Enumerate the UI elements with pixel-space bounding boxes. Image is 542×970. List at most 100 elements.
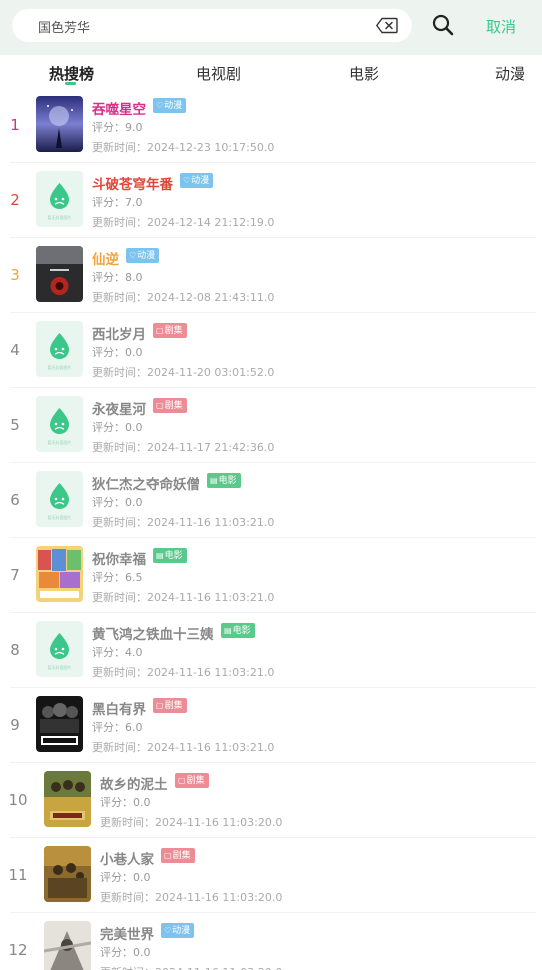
rank-number: 6 xyxy=(10,491,20,509)
updated-line: 更新时间：2024-11-16 11:03:21.0 xyxy=(92,514,274,530)
updated-line: 更新时间：2024-11-16 11:03:20.0 xyxy=(100,814,282,830)
tag-icon: ♡ xyxy=(156,101,164,110)
score-value: 9.0 xyxy=(125,121,143,134)
cover-image[interactable]: 暂无封面图片 xyxy=(36,621,83,677)
tab-hot-search[interactable]: 热搜榜 xyxy=(49,63,94,84)
list-item[interactable]: 12 完美世界 ♡动漫 评分：0.0 更新时间：2024-11-16 11:03… xyxy=(0,913,542,970)
list-item[interactable]: 7 祝你幸福 ▤电影 评分：6.5 更新时间：2024-11-16 11:03:… xyxy=(0,538,542,613)
tag-label: 电影 xyxy=(164,551,183,561)
tag-icon: ♡ xyxy=(164,926,172,935)
rank-number: 8 xyxy=(10,641,20,659)
updated-value: 2024-12-14 21:12:19.0 xyxy=(147,216,275,229)
list-item[interactable]: 11 小巷人家 ▢剧集 评分：0.0 更新时间：2024-11-16 11:03… xyxy=(0,838,542,913)
drama-tag: ▢剧集 xyxy=(153,323,187,338)
item-title[interactable]: 黄飞鸿之铁血十三姨 xyxy=(92,623,214,643)
tag-icon: ▢ xyxy=(156,326,164,335)
tag-icon: ▢ xyxy=(156,401,164,410)
score-label: 评分： xyxy=(100,871,133,884)
tab-anime[interactable]: 动漫 xyxy=(495,63,525,84)
item-title[interactable]: 西北岁月 xyxy=(92,323,146,343)
clear-input-icon[interactable] xyxy=(376,17,398,34)
cover-image[interactable]: 暂无封面图片 xyxy=(36,171,83,227)
movie-tag: ▤电影 xyxy=(207,473,241,488)
score-value: 0.0 xyxy=(133,946,151,959)
score-line: 评分：8.0 xyxy=(92,269,143,285)
cover-image[interactable]: 暂无封面图片 xyxy=(36,471,83,527)
updated-label: 更新时间： xyxy=(92,216,147,229)
item-title[interactable]: 黑白有界 xyxy=(92,698,146,718)
score-line: 评分：0.0 xyxy=(100,869,151,885)
search-icon[interactable] xyxy=(431,13,455,37)
cover-image[interactable] xyxy=(44,846,91,902)
anime-tag: ♡动漫 xyxy=(126,248,160,263)
score-value: 0.0 xyxy=(125,346,143,359)
score-label: 评分： xyxy=(92,121,125,134)
tag-label: 电影 xyxy=(232,626,251,636)
list-item[interactable]: 2 暂无封面图片 斗破苍穹年番 ♡动漫 评分：7.0 更新时间：2024-12-… xyxy=(0,163,542,238)
tag-icon: ▤ xyxy=(224,626,232,635)
search-input[interactable]: 国色芳华 xyxy=(12,9,412,42)
cover-image[interactable] xyxy=(36,546,83,602)
updated-value: 2024-11-16 11:03:20.0 xyxy=(155,816,283,829)
updated-value: 2024-11-16 11:03:21.0 xyxy=(147,741,275,754)
updated-value: 2024-11-16 11:03:21.0 xyxy=(147,591,275,604)
list-item[interactable]: 8 暂无封面图片 黄飞鸿之铁血十三姨 ▤电影 评分：4.0 更新时间：2024-… xyxy=(0,613,542,688)
updated-label: 更新时间： xyxy=(92,291,147,304)
list-item[interactable]: 10 故乡的泥土 ▢剧集 评分：0.0 更新时间：2024-11-16 11:0… xyxy=(0,763,542,838)
drama-tag: ▢剧集 xyxy=(161,848,195,863)
svg-text:暂无封面图片: 暂无封面图片 xyxy=(48,514,72,520)
updated-value: 2024-11-17 21:42:36.0 xyxy=(147,441,275,454)
cover-image[interactable]: 暂无封面图片 xyxy=(36,396,83,452)
top-bar: 国色芳华 取消 xyxy=(0,0,542,55)
score-label: 评分： xyxy=(92,571,125,584)
list-item[interactable]: 3 仙逆 ♡动漫 评分：8.0 更新时间：2024-12-08 21:43:11… xyxy=(0,238,542,313)
list-item[interactable]: 5 暂无封面图片 永夜星河 ▢剧集 评分：0.0 更新时间：2024-11-17… xyxy=(0,388,542,463)
item-title[interactable]: 仙逆 xyxy=(92,248,119,268)
score-label: 评分： xyxy=(92,646,125,659)
tag-icon: ▢ xyxy=(156,701,164,710)
drama-tag: ▢剧集 xyxy=(175,773,209,788)
tag-label: 动漫 xyxy=(137,251,156,261)
score-line: 评分：0.0 xyxy=(92,419,143,435)
item-title[interactable]: 吞噬星空 xyxy=(92,98,146,118)
svg-text:暂无封面图片: 暂无封面图片 xyxy=(48,364,72,370)
rank-number: 2 xyxy=(10,191,20,209)
list-item[interactable]: 1 吞噬星空 ♡动漫 评分：9.0 更新时间：2024-12-23 10:17:… xyxy=(0,88,542,163)
item-title[interactable]: 小巷人家 xyxy=(100,848,154,868)
tag-icon: ♡ xyxy=(129,251,137,260)
cover-image[interactable] xyxy=(36,246,83,302)
cover-image[interactable] xyxy=(36,696,83,752)
cancel-button[interactable]: 取消 xyxy=(486,16,516,37)
item-title[interactable]: 狄仁杰之夺命妖僧 xyxy=(92,473,200,493)
score-label: 评分： xyxy=(92,496,125,509)
updated-line: 更新时间：2024-11-17 21:42:36.0 xyxy=(92,439,274,455)
score-value: 7.0 xyxy=(125,196,143,209)
svg-text:暂无封面图片: 暂无封面图片 xyxy=(48,439,72,445)
item-title[interactable]: 完美世界 xyxy=(100,923,154,943)
cover-image[interactable] xyxy=(44,771,91,827)
updated-value: 2024-12-08 21:43:11.0 xyxy=(147,291,275,304)
cover-image[interactable] xyxy=(36,96,83,152)
tab-movies[interactable]: 电影 xyxy=(349,63,379,84)
tag-icon: ▤ xyxy=(210,476,218,485)
updated-line: 更新时间：2024-12-23 10:17:50.0 xyxy=(92,139,274,155)
cover-image[interactable] xyxy=(44,921,91,970)
score-line: 评分：6.5 xyxy=(92,569,143,585)
score-line: 评分：0.0 xyxy=(100,794,151,810)
rank-number: 9 xyxy=(10,716,20,734)
item-title[interactable]: 永夜星河 xyxy=(92,398,146,418)
item-title[interactable]: 故乡的泥土 xyxy=(100,773,168,793)
list-item[interactable]: 4 暂无封面图片 西北岁月 ▢剧集 评分：0.0 更新时间：2024-11-20… xyxy=(0,313,542,388)
list-item[interactable]: 6 暂无封面图片 狄仁杰之夺命妖僧 ▤电影 评分：0.0 更新时间：2024-1… xyxy=(0,463,542,538)
tag-icon: ▢ xyxy=(178,776,186,785)
rank-number: 5 xyxy=(10,416,20,434)
score-value: 0.0 xyxy=(125,496,143,509)
item-title[interactable]: 斗破苍穹年番 xyxy=(92,173,173,193)
list-item[interactable]: 9 黑白有界 ▢剧集 评分：6.0 更新时间：2024-11-16 11:03:… xyxy=(0,688,542,763)
tab-tv-series[interactable]: 电视剧 xyxy=(196,63,241,84)
item-title[interactable]: 祝你幸福 xyxy=(92,548,146,568)
score-line: 评分：0.0 xyxy=(92,494,143,510)
cover-image[interactable]: 暂无封面图片 xyxy=(36,321,83,377)
tag-label: 剧集 xyxy=(186,776,205,786)
score-label: 评分： xyxy=(100,796,133,809)
